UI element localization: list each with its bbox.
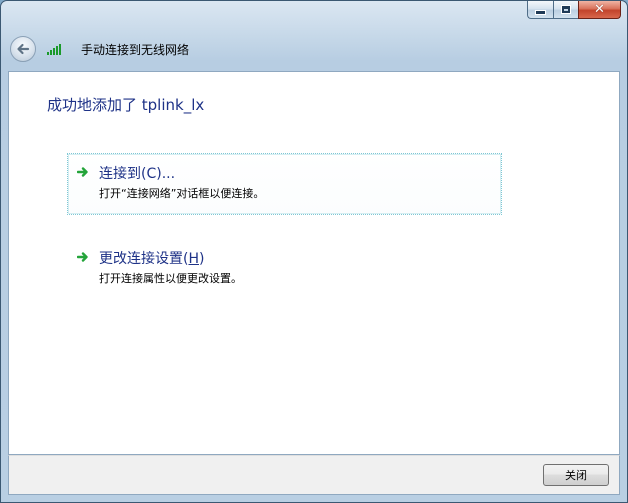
close-button[interactable]: 关闭 — [543, 464, 609, 486]
minimize-icon — [535, 10, 546, 15]
change-settings-task[interactable]: 更改连接设置(H) 打开连接属性以便更改设置。 — [67, 238, 502, 300]
minimize-button[interactable] — [527, 1, 553, 19]
page-heading: 成功地添加了 tplink_lx — [47, 96, 205, 114]
green-arrow-icon — [77, 252, 88, 262]
back-arrow-icon — [17, 43, 30, 55]
maximize-icon — [561, 5, 571, 14]
green-arrow-icon — [77, 167, 88, 177]
content-area: 成功地添加了 tplink_lx 连接到(C)... 打开“连接网络”对话框以便… — [8, 71, 620, 455]
window-controls: ✕ — [527, 1, 621, 19]
change-settings-label-suffix: ) — [199, 251, 205, 267]
change-settings-description: 打开连接属性以便更改设置。 — [99, 272, 242, 285]
close-icon: ✕ — [594, 2, 605, 17]
back-button[interactable] — [10, 36, 36, 62]
title-bar[interactable]: ✕ — [1, 1, 627, 29]
footer-bar: 关闭 — [8, 455, 620, 495]
maximize-button[interactable] — [553, 1, 578, 19]
change-settings-accelerator: H — [188, 251, 199, 267]
connect-to-task[interactable]: 连接到(C)... 打开“连接网络”对话框以便连接。 — [67, 153, 502, 215]
navigation-bar: 手动连接到无线网络 — [1, 29, 627, 71]
wireless-signal-icon — [47, 44, 61, 55]
connect-to-label: 连接到(C)... — [99, 166, 176, 182]
dialog-window: ✕ 手动连接到无线网络 成功地添加了 tplink_lx 连接到(C)... 打… — [0, 0, 628, 503]
connect-to-description: 打开“连接网络”对话框以便连接。 — [99, 187, 265, 200]
window-close-button[interactable]: ✕ — [578, 1, 621, 19]
change-settings-label-prefix: 更改连接设置( — [99, 251, 189, 267]
nav-title: 手动连接到无线网络 — [81, 43, 190, 57]
change-settings-label: 更改连接设置(H) — [99, 248, 204, 268]
